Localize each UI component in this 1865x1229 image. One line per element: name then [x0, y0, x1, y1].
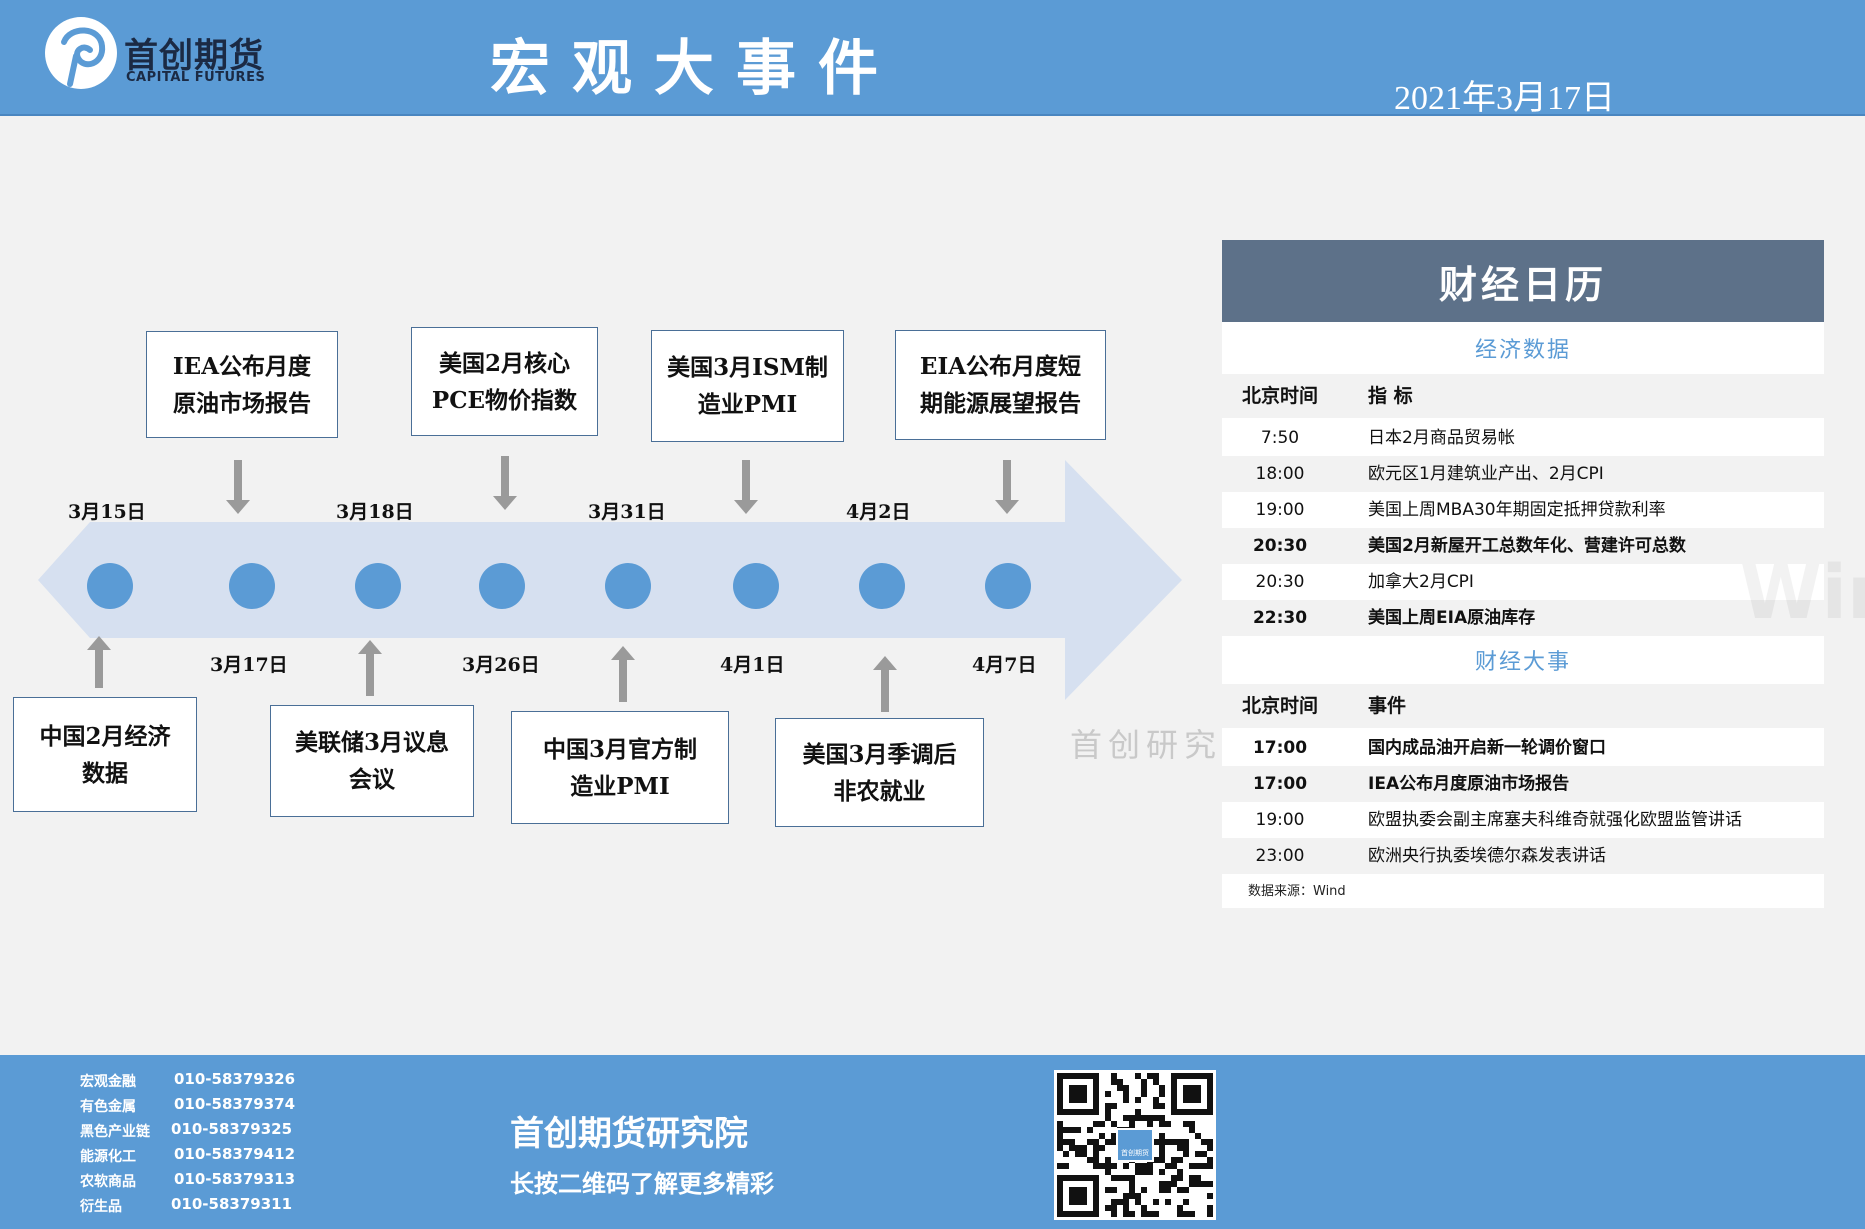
- contact-phone: 010-58379326: [174, 1070, 296, 1088]
- event-box-lower-3: 中国3月官方制 造业PMI: [511, 711, 729, 824]
- up-arrow-icon: [873, 656, 897, 712]
- financial-calendar: 财经日历 经济数据 北京时间 指 标 7:50 日本2月商品贸易帐 18:00 …: [1222, 240, 1824, 908]
- econ-row: 20:30 美国2月新屋开工总数年化、营建许可总数: [1222, 528, 1824, 564]
- watermark-logo-text: Win.d: [1740, 550, 1865, 636]
- finance-section-title: 财经大事: [1222, 638, 1824, 682]
- finance-header-item: 事件: [1368, 695, 1407, 717]
- contact-name: 黑色产业链: [80, 1124, 150, 1140]
- down-arrow-icon: [734, 460, 758, 514]
- down-arrow-icon: [493, 456, 517, 510]
- econ-row: 7:50 日本2月商品贸易帐: [1222, 420, 1824, 456]
- contact-name: 衍生品: [80, 1199, 122, 1215]
- event-box-lower-1: 中国2月经济 数据: [13, 697, 197, 812]
- event-box-lower-2: 美联储3月议息 会议: [270, 705, 474, 817]
- up-arrow-icon: [358, 640, 382, 696]
- econ-header-time: 北京时间: [1241, 385, 1318, 407]
- finance-row: 23:00 欧洲央行执委埃德尔森发表讲话: [1222, 838, 1824, 874]
- econ-row: 18:00 欧元区1月建筑业产出、2月CPI: [1222, 456, 1824, 492]
- up-arrow-icon: [87, 636, 111, 688]
- contact-phone: 010-58379412: [174, 1145, 296, 1163]
- contact-name: 有色金属: [80, 1099, 136, 1115]
- econ-row: 22:30 美国上周EIA原油库存: [1222, 600, 1824, 636]
- contact-name: 农软商品: [80, 1174, 136, 1190]
- contact-name: 能源化工: [80, 1149, 136, 1165]
- event-box-upper-4: EIA公布月度短 期能源展望报告: [895, 330, 1106, 440]
- finance-row: 17:00 IEA公布月度原油市场报告: [1222, 766, 1824, 802]
- down-arrow-icon: [226, 460, 250, 514]
- contact-phone: 010-58379311: [171, 1195, 293, 1213]
- finance-header-time: 北京时间: [1241, 695, 1318, 717]
- up-arrow-icon: [611, 646, 635, 702]
- contact-phone: 010-58379374: [174, 1095, 296, 1113]
- event-box-upper-2: 美国2月核心 PCE物价指数: [411, 327, 598, 436]
- econ-row: 20:30 加拿大2月CPI: [1222, 564, 1824, 600]
- event-box-upper-3: 美国3月ISM制 造业PMI: [651, 330, 844, 442]
- data-source: 数据来源：Wind: [1248, 884, 1346, 899]
- contact-phone: 010-58379325: [171, 1120, 293, 1138]
- finance-row: 17:00 国内成品油开启新一轮调价窗口: [1222, 730, 1824, 766]
- qr-slogan: 长按二维码了解更多精彩: [510, 1170, 774, 1198]
- event-box-upper-1: IEA公布月度 原油市场报告: [146, 331, 338, 438]
- econ-header-item: 指 标: [1368, 385, 1413, 407]
- institute-name: 首创期货研究院: [510, 1114, 748, 1154]
- qr-code-icon[interactable]: 首创期货: [1054, 1070, 1216, 1220]
- qr-center-logo-text: 首创期货: [1116, 1128, 1154, 1162]
- contact-phone: 010-58379313: [174, 1170, 296, 1188]
- finance-header-row: 北京时间 事件: [1222, 684, 1824, 728]
- econ-section-title: 经济数据: [1222, 326, 1824, 370]
- econ-header-row: 北京时间 指 标: [1222, 374, 1824, 418]
- contact-name: 宏观金融: [80, 1074, 136, 1090]
- event-box-lower-4: 美国3月季调后 非农就业: [775, 718, 984, 827]
- finance-row: 19:00 欧盟执委会副主席塞夫科维奇就强化欧盟监管讲话: [1222, 802, 1824, 838]
- down-arrow-icon: [995, 460, 1019, 514]
- watermark-text: 首创研究: [1070, 726, 1223, 764]
- calendar-title: 财经日历: [1222, 240, 1824, 322]
- econ-row: 19:00 美国上周MBA30年期固定抵押贷款利率: [1222, 492, 1824, 528]
